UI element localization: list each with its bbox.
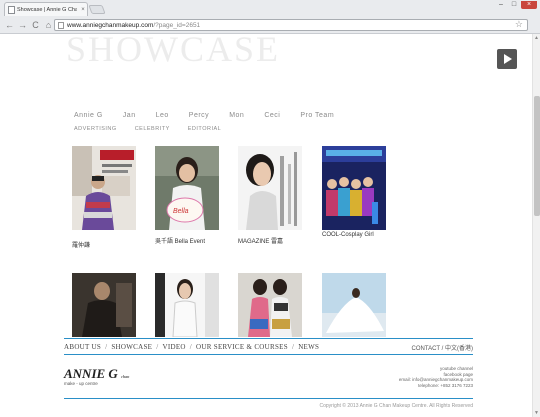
nav-separator: / xyxy=(291,343,295,351)
nav-separator: / xyxy=(156,343,159,351)
email-text[interactable]: email: info@anniegchanmakeup.com xyxy=(399,377,473,383)
artist-link[interactable]: Annie G xyxy=(74,112,103,119)
home-icon[interactable]: ⌂ xyxy=(43,20,54,31)
artist-link[interactable]: Ceci xyxy=(264,112,280,119)
page-favicon-icon xyxy=(8,5,15,14)
artist-link[interactable]: Percy xyxy=(189,112,209,119)
new-tab-button[interactable] xyxy=(88,5,106,14)
showcase-thumbnail[interactable] xyxy=(72,146,136,230)
footer-nav: ABOUT US / SHOWCASE / VIDEO / OUR SERVICE &… xyxy=(64,343,319,351)
contact-language-links[interactable]: CONTACT / 中文(香港) xyxy=(412,343,473,352)
artist-link[interactable]: Mon xyxy=(229,112,244,119)
reload-icon[interactable]: C xyxy=(30,20,41,31)
footer-divider xyxy=(64,338,473,339)
category-link[interactable]: ADVERTISING xyxy=(74,126,117,132)
footer-nav-link[interactable]: SHOWCASE xyxy=(111,343,152,351)
minimize-button[interactable]: – xyxy=(495,1,507,9)
footer-nav-link[interactable]: OUR SERVICE & COURSES xyxy=(196,343,288,351)
bookmark-star-icon[interactable]: ☆ xyxy=(515,19,523,30)
thumbnail-caption[interactable]: MAGAZINE 雷嘉 xyxy=(238,236,283,245)
logo-wordmark: ANNIE G chan xyxy=(64,366,129,382)
scroll-up-icon[interactable]: ▲ xyxy=(534,35,539,41)
artist-link[interactable]: Pro Team xyxy=(300,112,334,119)
play-icon[interactable] xyxy=(497,49,517,69)
browser-tab[interactable]: Showcase | Annie G Chan × xyxy=(4,2,88,16)
footer-nav-link[interactable]: NEWS xyxy=(298,343,319,351)
category-link[interactable]: EDITORIAL xyxy=(188,126,221,132)
logo-dotcom: chan xyxy=(121,374,130,379)
telephone-text: telephone: +852 3176 7223 xyxy=(418,382,473,388)
category-filter: ADVERTISING CELEBRITY EDITORIAL xyxy=(74,126,239,132)
scrollbar-thumb[interactable] xyxy=(534,96,540,216)
category-link[interactable]: CELEBRITY xyxy=(135,126,170,132)
showcase-thumbnail[interactable] xyxy=(322,146,386,230)
footer-nav-link[interactable]: VIDEO xyxy=(163,343,186,351)
copyright-text: Copyright © 2013 Annie G Chan Makeup Cen… xyxy=(319,403,474,409)
back-arrow-icon[interactable]: ← xyxy=(4,20,15,31)
tab-close-icon[interactable]: × xyxy=(79,7,87,13)
footer-nav-link[interactable]: ABOUT US xyxy=(64,343,101,351)
scroll-down-icon[interactable]: ▼ xyxy=(534,410,539,416)
artist-link[interactable]: Jan xyxy=(123,112,136,119)
footer-contact-info: youtube channel facebook page email: inf… xyxy=(399,366,473,388)
svg-text:Bella: Bella xyxy=(173,208,189,215)
page-icon xyxy=(58,21,64,29)
footer-divider xyxy=(64,398,473,399)
forward-arrow-icon[interactable]: → xyxy=(17,20,28,31)
thumbnail-caption[interactable]: 吳千語 Bella Event xyxy=(155,236,205,245)
page-scrollbar[interactable]: ▲ ▼ xyxy=(532,34,540,417)
showcase-thumbnail[interactable] xyxy=(238,146,302,230)
tab-title: Showcase | Annie G Chan xyxy=(17,6,77,13)
page-title: SHOWCASE xyxy=(66,29,281,69)
artist-filter: Annie G Jan Leo Percy Mon Ceci Pro Team xyxy=(74,112,354,119)
nav-separator: / xyxy=(105,343,108,351)
nav-separator: / xyxy=(189,343,193,351)
maximize-button[interactable]: □ xyxy=(508,1,520,9)
showcase-thumbnail[interactable] xyxy=(322,273,386,357)
footer-divider xyxy=(64,354,473,355)
thumbnail-caption[interactable]: COOL-Cosplay Girl xyxy=(322,232,374,238)
close-window-button[interactable]: × xyxy=(521,1,537,9)
window-controls: – □ × xyxy=(495,1,537,9)
showcase-thumbnail[interactable]: Bella xyxy=(155,146,219,230)
artist-link[interactable]: Leo xyxy=(156,112,169,119)
thumbnail-caption[interactable]: 羅仲謙 xyxy=(72,240,90,249)
site-logo[interactable]: ANNIE G chan make - up centre xyxy=(64,366,129,386)
logo-text: ANNIE G xyxy=(64,366,118,381)
